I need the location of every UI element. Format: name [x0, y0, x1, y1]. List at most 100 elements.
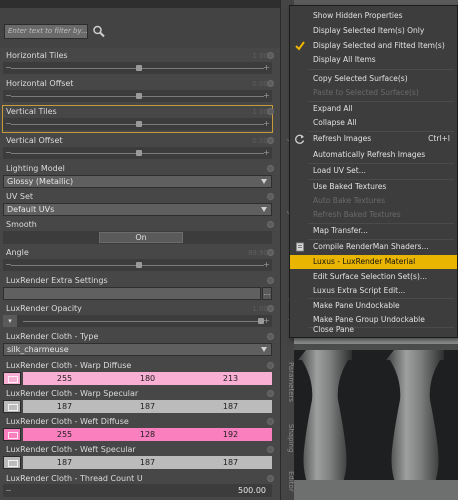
- red-value[interactable]: 187: [23, 402, 106, 411]
- blue-value[interactable]: 192: [189, 430, 272, 439]
- blue-value[interactable]: 213: [189, 374, 272, 383]
- pin-icon[interactable]: [267, 249, 274, 256]
- color-swatch[interactable]: [3, 372, 21, 385]
- green-value[interactable]: 180: [106, 374, 189, 383]
- thread-count-field[interactable]: − 500.00: [3, 484, 272, 497]
- tab-shaping[interactable]: Shaping: [281, 418, 294, 458]
- menu-item-refresh-images[interactable]: Refresh Images Ctrl+I: [290, 132, 457, 146]
- color-picker-row[interactable]: 255 128 192: [3, 428, 272, 441]
- menu-item-display-all[interactable]: Display All Items: [290, 53, 457, 67]
- slider-knob[interactable]: [136, 65, 142, 71]
- search-icon[interactable]: [91, 24, 107, 39]
- slider-knob[interactable]: [136, 93, 142, 99]
- surfaces-pane: Enter text to filter by... Horizontal Ti…: [0, 0, 280, 500]
- pin-icon[interactable]: [267, 446, 274, 453]
- menu-item-compile-renderman[interactable]: Compile RenderMan Shaders...: [290, 240, 457, 254]
- value-slider[interactable]: − +: [3, 147, 272, 159]
- menu-item-label: Paste to Selected Surface(s): [313, 88, 419, 97]
- increment-icon[interactable]: +: [263, 118, 270, 130]
- slider-knob[interactable]: [136, 150, 142, 156]
- pin-icon[interactable]: [267, 165, 274, 172]
- menu-item-edit-surface-selection-sets[interactable]: Edit Surface Selection Set(s)...: [290, 270, 457, 284]
- menu-item-display-selected-only[interactable]: Display Selected Item(s) Only: [290, 24, 457, 38]
- menu-item-use-baked-textures[interactable]: Use Baked Textures: [290, 180, 457, 194]
- pin-icon[interactable]: [267, 362, 274, 369]
- property-label: LuxRender Cloth - Weft Diffuse: [6, 417, 129, 426]
- value-slider[interactable]: − +: [3, 118, 272, 130]
- pin-icon[interactable]: [267, 305, 274, 312]
- pin-icon[interactable]: [267, 193, 274, 200]
- property-label: LuxRender Cloth - Weft Specular: [6, 445, 136, 454]
- chevron-down-icon[interactable]: ▾: [3, 315, 17, 327]
- menu-item-collapse-all[interactable]: Collapse All: [290, 116, 457, 130]
- property-value: 1.00: [252, 305, 268, 313]
- menu-item-close-pane[interactable]: Close Pane: [290, 323, 457, 337]
- menu-item-expand-all[interactable]: Expand All: [290, 102, 457, 116]
- value-slider[interactable]: − +: [3, 62, 272, 74]
- menu-item-label: Display Selected Item(s) Only: [313, 26, 425, 35]
- menu-item-copy-surface[interactable]: Copy Selected Surface(s): [290, 72, 457, 86]
- blue-value[interactable]: 187: [189, 458, 272, 467]
- color-picker-row[interactable]: 187 187 187: [3, 400, 272, 413]
- red-value[interactable]: 255: [23, 430, 106, 439]
- decrement-icon[interactable]: −: [5, 484, 12, 497]
- dropdown-value: Default UVs: [7, 205, 55, 214]
- slider-knob[interactable]: [136, 121, 142, 127]
- rgb-values[interactable]: 255 180 213: [23, 372, 272, 385]
- tab-editor[interactable]: Editor: [281, 462, 294, 500]
- menu-item-load-uv-set[interactable]: Load UV Set...: [290, 164, 457, 178]
- green-value[interactable]: 187: [106, 458, 189, 467]
- green-value[interactable]: 128: [106, 430, 189, 439]
- rgb-values[interactable]: 187 187 187: [23, 400, 272, 413]
- value-slider[interactable]: − +: [3, 90, 272, 102]
- property-vertical-tiles[interactable]: Vertical Tiles 1.00 − +: [2, 105, 274, 133]
- pin-icon[interactable]: [267, 333, 274, 340]
- slider-knob[interactable]: [136, 262, 142, 268]
- menu-item-display-selected-fitted[interactable]: Display Selected and Fitted Item(s): [290, 39, 457, 53]
- filter-input[interactable]: Enter text to filter by...: [4, 24, 88, 39]
- lighting-model-dropdown[interactable]: Glossy (Metallic): [3, 175, 272, 188]
- menu-item-show-hidden-properties[interactable]: Show Hidden Properties: [290, 9, 457, 23]
- red-value[interactable]: 255: [23, 374, 106, 383]
- extra-settings-field[interactable]: [3, 287, 261, 300]
- increment-icon[interactable]: +: [263, 259, 270, 271]
- property-label: Vertical Tiles: [6, 107, 57, 116]
- menu-item-make-pane-undockable[interactable]: Make Pane Undockable: [290, 299, 457, 313]
- menu-item-luxus-luxrender-material[interactable]: Luxus - LuxRender Material: [290, 255, 457, 269]
- cloth-type-dropdown[interactable]: silk_charmeuse: [3, 343, 272, 356]
- blue-value[interactable]: 187: [189, 402, 272, 411]
- color-swatch[interactable]: [3, 428, 21, 441]
- color-picker-row[interactable]: 187 187 187: [3, 456, 272, 469]
- menu-item-auto-refresh-images[interactable]: Automatically Refresh Images: [290, 148, 457, 162]
- pin-icon[interactable]: [267, 221, 274, 228]
- pin-icon[interactable]: [267, 277, 274, 284]
- uv-set-dropdown[interactable]: Default UVs: [3, 203, 272, 216]
- value-slider[interactable]: ▾ +: [3, 315, 272, 327]
- property-label: Horizontal Offset: [6, 79, 74, 88]
- pin-icon[interactable]: [267, 475, 274, 482]
- rgb-values[interactable]: 255 128 192: [23, 428, 272, 441]
- color-swatch[interactable]: [3, 400, 21, 413]
- smooth-toggle-button[interactable]: On: [99, 232, 183, 243]
- browse-button[interactable]: ...: [262, 287, 272, 300]
- increment-icon[interactable]: +: [263, 90, 270, 102]
- pin-icon[interactable]: [267, 137, 274, 144]
- color-swatch[interactable]: [3, 456, 21, 469]
- menu-item-map-transfer[interactable]: Map Transfer...: [290, 224, 457, 238]
- increment-icon[interactable]: +: [263, 62, 270, 74]
- green-value[interactable]: 187: [106, 402, 189, 411]
- pin-icon[interactable]: [267, 108, 274, 115]
- pin-icon[interactable]: [267, 52, 274, 59]
- pin-icon[interactable]: [267, 390, 274, 397]
- menu-item-luxus-extra-script-edit[interactable]: Luxus Extra Script Edit...: [290, 284, 457, 298]
- increment-icon[interactable]: +: [263, 147, 270, 159]
- value-slider[interactable]: − +: [3, 259, 272, 271]
- pin-icon[interactable]: [267, 418, 274, 425]
- tab-parameters[interactable]: Parameters: [281, 352, 294, 412]
- rgb-values[interactable]: 187 187 187: [23, 456, 272, 469]
- increment-icon[interactable]: +: [263, 315, 270, 327]
- menu-item-label: Make Pane Undockable: [313, 301, 400, 310]
- color-picker-row[interactable]: 255 180 213: [3, 372, 272, 385]
- pin-icon[interactable]: [267, 80, 274, 87]
- red-value[interactable]: 187: [23, 458, 106, 467]
